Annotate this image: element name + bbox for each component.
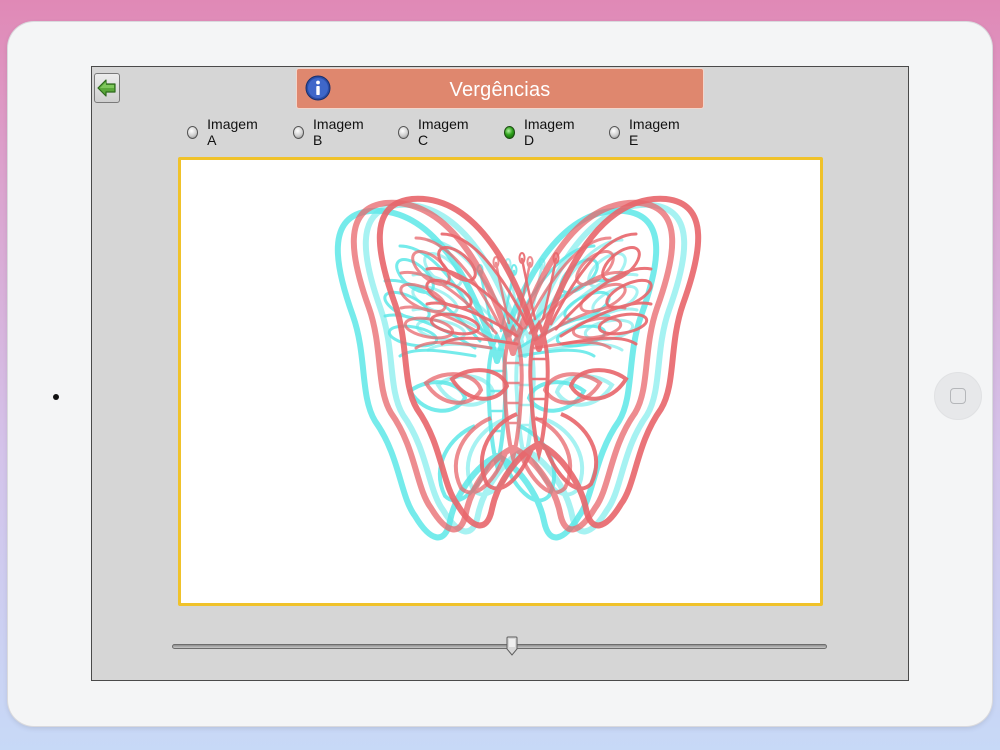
radio-button[interactable]	[187, 125, 199, 139]
home-button[interactable]	[934, 372, 982, 420]
radio-label: Imagem E	[629, 116, 680, 148]
radio-button[interactable]	[293, 125, 305, 139]
slider-thumb[interactable]	[506, 636, 518, 656]
radio-imagem-b[interactable]: Imagem B	[293, 116, 366, 148]
radio-button-selected[interactable]	[504, 125, 515, 139]
page-title: Vergências	[449, 79, 551, 101]
radio-label: Imagem D	[523, 116, 575, 148]
slider-track[interactable]	[172, 644, 827, 649]
radio-button[interactable]	[609, 125, 621, 139]
radio-label: Imagem A	[207, 116, 258, 148]
anaglyph-butterfly-image	[181, 160, 820, 603]
radio-button[interactable]	[398, 125, 409, 139]
radio-imagem-c[interactable]: Imagem C	[398, 116, 471, 148]
title-bar: Vergências	[296, 68, 704, 109]
radio-imagem-d[interactable]: Imagem D	[504, 116, 577, 148]
image-viewer	[178, 157, 823, 606]
radio-imagem-e[interactable]: Imagem E	[609, 116, 682, 148]
back-button[interactable]	[94, 73, 120, 103]
app-screen: Vergências Imagem A Imagem B Imagem C Im…	[91, 66, 909, 681]
back-arrow-icon	[97, 79, 116, 97]
radio-label: Imagem B	[313, 116, 364, 148]
camera-dot	[53, 394, 59, 400]
home-square-icon	[950, 388, 966, 404]
radio-label: Imagem C	[417, 116, 469, 148]
vergence-slider[interactable]	[172, 633, 827, 659]
radio-imagem-a[interactable]: Imagem A	[187, 116, 260, 148]
